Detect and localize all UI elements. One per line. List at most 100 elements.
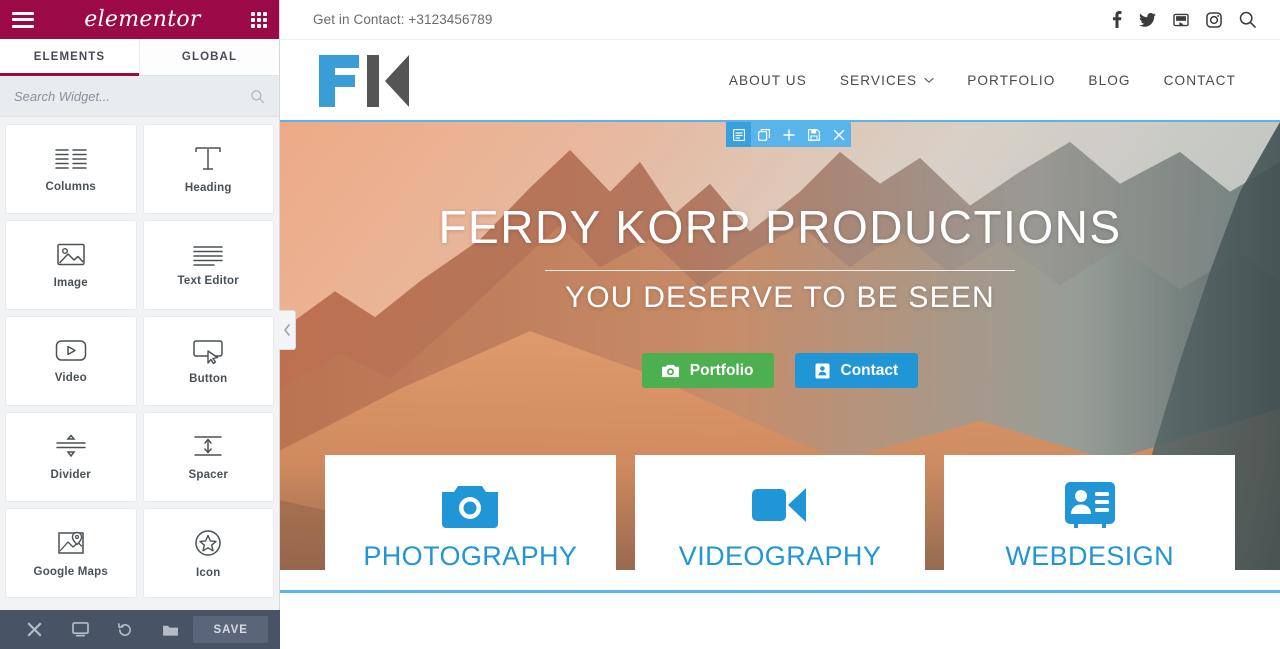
- widget-button[interactable]: Button: [143, 317, 273, 405]
- social-links: [1112, 11, 1256, 28]
- widget-label: Divider: [50, 469, 91, 481]
- collapse-panel-handle[interactable]: [279, 310, 296, 350]
- widget-label: Columns: [45, 180, 97, 193]
- hamburger-menu-icon[interactable]: [12, 11, 34, 28]
- camera-icon: [442, 486, 499, 528]
- widget-label: Button: [189, 372, 228, 385]
- star-icon: [195, 529, 221, 556]
- chevron-left-icon: [284, 324, 290, 336]
- panel-footer: SAVE: [0, 610, 280, 649]
- widget-columns[interactable]: Columns: [6, 125, 136, 213]
- site-preview: Get in Contact: +3123456789 ABOUT US SER…: [280, 0, 1280, 649]
- tab-elements[interactable]: ELEMENTS: [0, 39, 139, 76]
- widget-image[interactable]: Image: [6, 221, 136, 309]
- search-icon: [251, 89, 265, 103]
- hero-subtitle: YOU DESERVE TO BE SEEN: [565, 281, 995, 314]
- facebook-icon[interactable]: [1112, 11, 1122, 28]
- text-editor-icon: [193, 245, 223, 266]
- add-section-icon[interactable]: [776, 122, 801, 147]
- columns-icon: [55, 148, 87, 169]
- tab-global[interactable]: GLOBAL: [139, 39, 279, 75]
- search-input[interactable]: [14, 88, 250, 104]
- delete-section-icon[interactable]: [826, 122, 851, 147]
- card-icon-wrap: [960, 481, 1219, 529]
- twitter-icon[interactable]: [1139, 12, 1156, 27]
- camera-icon: [661, 364, 679, 378]
- responsive-mode-icon[interactable]: [57, 610, 102, 649]
- nav-label: CONTACT: [1163, 72, 1236, 88]
- section-highlight-border: [280, 590, 1280, 593]
- button-label: Contact: [840, 361, 899, 379]
- button-icon: [193, 339, 223, 364]
- image-icon: [57, 243, 85, 266]
- widget-list[interactable]: Columns Heading Image Text Editor Video …: [0, 117, 279, 649]
- panel-header: elementor: [0, 0, 279, 39]
- save-section-icon[interactable]: [801, 122, 826, 147]
- nav-label: BLOG: [1088, 72, 1131, 88]
- contact-button[interactable]: Contact: [794, 353, 919, 388]
- section-toolbar: [726, 122, 851, 147]
- widget-text-editor[interactable]: Text Editor: [143, 221, 273, 309]
- nav-label: ABOUT US: [728, 72, 807, 88]
- widget-label: Icon: [196, 566, 221, 579]
- site-navbar: ABOUT US SERVICES PORTFOLIO BLOG CONTACT: [280, 40, 1280, 120]
- library-folder-icon[interactable]: [148, 610, 193, 649]
- next-section-background: [280, 593, 1280, 649]
- nav-item-portfolio[interactable]: PORTFOLIO: [967, 73, 1055, 88]
- nav-item-about-us[interactable]: ABOUT US: [729, 73, 807, 88]
- site-topbar: Get in Contact: +3123456789: [280, 0, 1280, 40]
- elementor-editor: elementor ELEMENTS GLOBAL Search Widget.…: [0, 0, 1280, 649]
- widget-label: Heading: [184, 181, 232, 194]
- widget-label: Spacer: [188, 469, 229, 481]
- portfolio-button[interactable]: Portfolio: [641, 353, 774, 388]
- video-camera-icon: [752, 488, 806, 522]
- panel-tabs: ELEMENTS GLOBAL: [0, 39, 279, 76]
- widget-heading[interactable]: Heading: [143, 125, 273, 213]
- nav-item-contact[interactable]: CONTACT: [1164, 73, 1236, 88]
- nav-item-services[interactable]: SERVICES: [840, 73, 934, 88]
- edit-section-icon[interactable]: [726, 122, 751, 147]
- hero-content: FERDY KORP PRODUCTIONS YOU DESERVE TO BE…: [280, 200, 1280, 388]
- widget-label: Text Editor: [177, 274, 239, 287]
- widget-label: Image: [53, 277, 88, 289]
- contact-card-icon: [815, 363, 829, 378]
- grid-apps-icon[interactable]: [251, 11, 267, 28]
- contact-card-icon: [1064, 482, 1115, 528]
- hero-divider: [545, 270, 1015, 271]
- widget-label: Google Maps: [33, 565, 108, 578]
- search-icon[interactable]: [1239, 11, 1256, 28]
- nav-label: PORTFOLIO: [967, 72, 1056, 88]
- history-icon[interactable]: [103, 610, 148, 649]
- hero-title: FERDY KORP PRODUCTIONS: [438, 201, 1122, 253]
- card-icon-wrap: [651, 481, 910, 529]
- chevron-down-icon: [924, 77, 934, 83]
- divider-icon: [56, 434, 86, 458]
- save-button[interactable]: SAVE: [193, 616, 268, 643]
- video-icon: [55, 340, 86, 361]
- elementor-logo: elementor: [84, 7, 201, 32]
- widget-video[interactable]: Video: [6, 317, 136, 405]
- search-widget-bar: [0, 76, 279, 117]
- widget-google-maps[interactable]: Google Maps: [6, 509, 136, 597]
- duplicate-section-icon[interactable]: [751, 122, 776, 147]
- button-label: Portfolio: [689, 361, 754, 379]
- widgets-panel: elementor ELEMENTS GLOBAL Search Widget.…: [0, 0, 280, 649]
- hero-buttons: Portfolio Contact: [280, 353, 1280, 388]
- heading-icon: [195, 146, 221, 170]
- settings-icon[interactable]: [12, 610, 57, 649]
- nav-item-blog[interactable]: BLOG: [1088, 73, 1130, 88]
- main-nav: ABOUT US SERVICES PORTFOLIO BLOG CONTACT: [729, 73, 1256, 88]
- nav-label: SERVICES: [839, 72, 918, 88]
- spacer-icon: [194, 436, 222, 456]
- widget-icon[interactable]: Icon: [143, 509, 273, 597]
- widget-label: Video: [54, 372, 87, 384]
- site-logo[interactable]: [313, 49, 413, 111]
- youtube-icon[interactable]: [1173, 13, 1189, 27]
- card-title: PHOTOGRAPHY: [363, 541, 578, 571]
- widget-spacer[interactable]: Spacer: [143, 413, 273, 501]
- instagram-icon[interactable]: [1206, 11, 1222, 28]
- card-title: WEBDESIGN: [1005, 541, 1174, 571]
- contact-info: Get in Contact: +3123456789: [313, 12, 493, 27]
- fk-logo-icon: [319, 55, 409, 107]
- widget-divider[interactable]: Divider: [6, 413, 136, 501]
